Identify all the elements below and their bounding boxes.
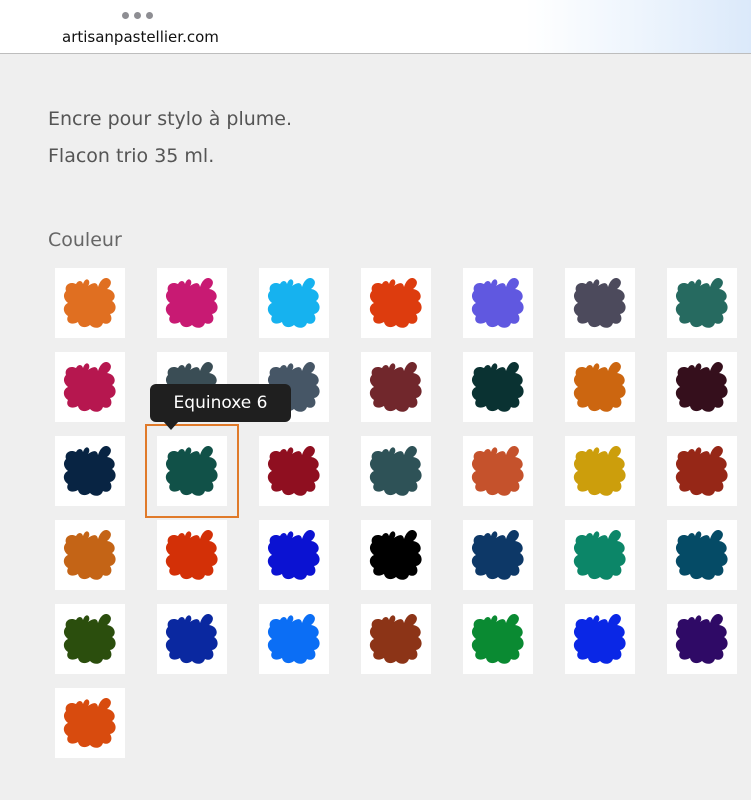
ink-splash-icon [369, 613, 422, 664]
color-swatch[interactable] [259, 436, 329, 506]
ink-splash-icon [165, 277, 218, 328]
ink-splash-icon [63, 277, 116, 328]
ink-splash-icon [267, 445, 320, 496]
ink-splash-icon [573, 529, 626, 580]
color-swatch[interactable] [157, 604, 227, 674]
color-swatch[interactable] [667, 436, 737, 506]
color-swatch[interactable] [55, 604, 125, 674]
color-tooltip: Equinoxe 6 [150, 384, 291, 422]
ink-splash-icon [63, 361, 116, 412]
color-swatch[interactable] [667, 352, 737, 422]
color-swatch[interactable] [361, 352, 431, 422]
ink-splash-icon [675, 613, 728, 664]
ink-splash-icon [573, 277, 626, 328]
color-swatch[interactable] [361, 268, 431, 338]
color-swatch[interactable] [463, 352, 533, 422]
ink-splash-icon [471, 277, 524, 328]
color-swatch[interactable] [259, 520, 329, 590]
ink-splash-icon [471, 361, 524, 412]
color-swatch[interactable] [55, 688, 125, 758]
color-swatch-grid [0, 0, 751, 800]
color-swatch[interactable] [55, 352, 125, 422]
tooltip-arrow [163, 421, 179, 430]
color-swatch[interactable] [463, 436, 533, 506]
ink-splash-icon [63, 697, 116, 748]
ink-splash-icon [573, 445, 626, 496]
ink-splash-icon [165, 445, 218, 496]
color-swatch[interactable] [55, 436, 125, 506]
color-swatch[interactable] [463, 604, 533, 674]
color-swatch[interactable] [667, 604, 737, 674]
ink-splash-icon [675, 445, 728, 496]
color-swatch[interactable] [565, 352, 635, 422]
ink-splash-icon [165, 613, 218, 664]
color-swatch[interactable] [565, 436, 635, 506]
ink-splash-icon [471, 529, 524, 580]
ink-splash-icon [369, 529, 422, 580]
ink-splash-icon [573, 361, 626, 412]
color-swatch[interactable] [259, 604, 329, 674]
color-swatch[interactable] [259, 268, 329, 338]
ink-splash-icon [267, 277, 320, 328]
ink-splash-icon [369, 361, 422, 412]
ink-splash-icon [369, 445, 422, 496]
color-swatch[interactable] [361, 436, 431, 506]
ink-splash-icon [267, 529, 320, 580]
color-swatch[interactable] [565, 604, 635, 674]
ink-splash-icon [63, 445, 116, 496]
ink-splash-icon [267, 613, 320, 664]
color-swatch[interactable] [361, 520, 431, 590]
ink-splash-icon [471, 613, 524, 664]
ink-splash-icon [471, 445, 524, 496]
color-swatch[interactable] [565, 268, 635, 338]
color-swatch[interactable] [565, 520, 635, 590]
color-swatch[interactable] [667, 520, 737, 590]
color-swatch[interactable] [145, 424, 239, 518]
color-swatch[interactable] [667, 268, 737, 338]
ink-splash-icon [675, 277, 728, 328]
ink-splash-icon [369, 277, 422, 328]
color-swatch[interactable] [463, 520, 533, 590]
color-swatch[interactable] [55, 520, 125, 590]
ink-splash-icon [675, 529, 728, 580]
ink-splash-icon [165, 529, 218, 580]
ink-splash-icon [675, 361, 728, 412]
color-swatch[interactable] [55, 268, 125, 338]
ink-splash-icon [63, 613, 116, 664]
color-swatch[interactable] [463, 268, 533, 338]
ink-splash-icon [573, 613, 626, 664]
color-swatch[interactable] [157, 520, 227, 590]
color-swatch[interactable] [361, 604, 431, 674]
ink-splash-icon [63, 529, 116, 580]
color-swatch[interactable] [157, 268, 227, 338]
